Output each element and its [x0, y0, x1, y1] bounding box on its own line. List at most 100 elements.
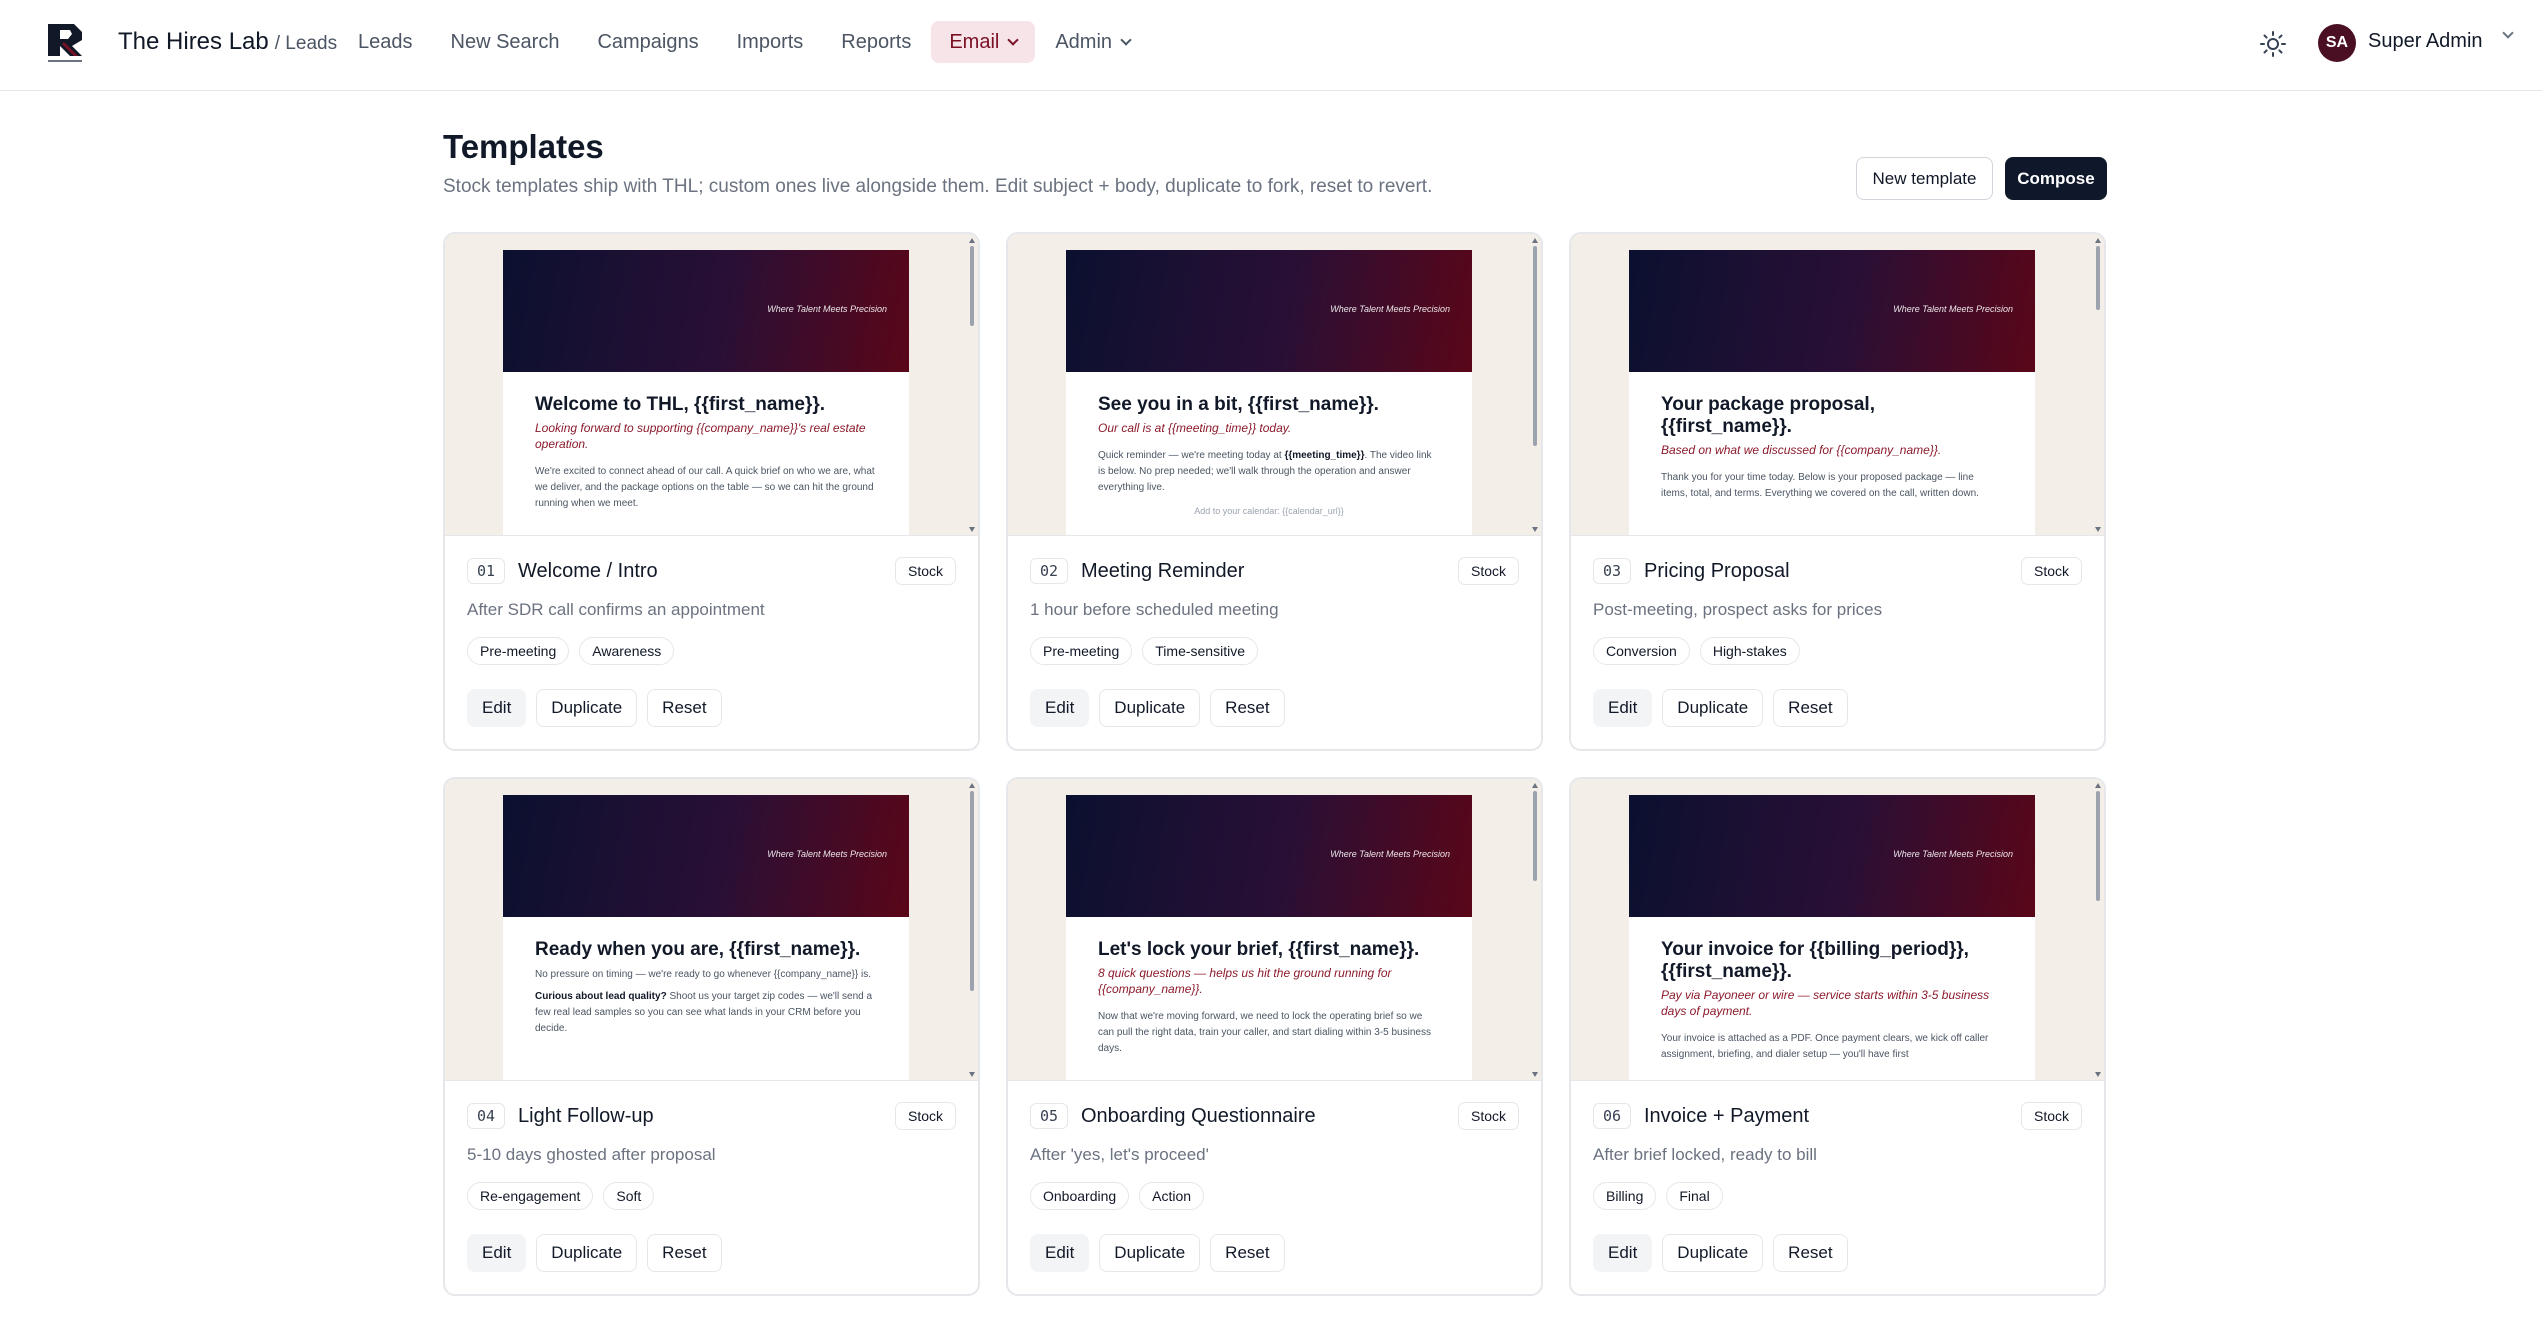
- card-actions: Edit Duplicate Reset: [467, 1234, 732, 1272]
- email-preview-frame: Where Talent Meets Precision Ready when …: [503, 795, 909, 1080]
- reset-button[interactable]: Reset: [1773, 689, 1848, 727]
- sun-icon[interactable]: [2258, 29, 2288, 59]
- email-preview[interactable]: Where Talent Meets Precision See you in …: [1008, 234, 1541, 536]
- preview-scrollbar[interactable]: [1531, 238, 1539, 532]
- reset-button[interactable]: Reset: [647, 689, 722, 727]
- stock-badge: Stock: [894, 1102, 956, 1130]
- email-preview[interactable]: Where Talent Meets Precision Ready when …: [445, 779, 978, 1081]
- email-headline: Welcome to THL, {{first_name}}.: [535, 394, 826, 415]
- tag: Pre-meeting: [467, 637, 570, 665]
- tag: Action: [1139, 1182, 1205, 1210]
- edit-button[interactable]: Edit: [467, 689, 527, 727]
- edit-button[interactable]: Edit: [1030, 689, 1090, 727]
- duplicate-button[interactable]: Duplicate: [1662, 1234, 1764, 1272]
- tag-list: Onboarding Action: [1030, 1182, 1214, 1210]
- brand-title[interactable]: The Hires Lab / Leads: [118, 28, 337, 56]
- preview-scrollbar[interactable]: [2094, 783, 2102, 1077]
- reset-button[interactable]: Reset: [647, 1234, 722, 1272]
- scroll-up-icon[interactable]: [1532, 238, 1538, 243]
- tag: Billing: [1593, 1182, 1657, 1210]
- card-actions: Edit Duplicate Reset: [1030, 1234, 1295, 1272]
- reset-button[interactable]: Reset: [1210, 689, 1285, 727]
- scroll-thumb[interactable]: [2096, 791, 2100, 901]
- template-description: 5-10 days ghosted after proposal: [467, 1145, 716, 1164]
- edit-button[interactable]: Edit: [467, 1234, 527, 1272]
- scroll-down-icon[interactable]: [969, 527, 975, 532]
- template-number: 01: [467, 558, 506, 584]
- preview-scrollbar[interactable]: [968, 783, 976, 1077]
- new-template-button[interactable]: New template: [1856, 157, 1993, 200]
- template-card-light-follow-up: Where Talent Meets Precision Ready when …: [443, 777, 980, 1296]
- email-preview-frame: Where Talent Meets Precision See you in …: [1066, 250, 1472, 535]
- edit-button[interactable]: Edit: [1593, 689, 1653, 727]
- card-actions: Edit Duplicate Reset: [467, 689, 732, 727]
- email-preview[interactable]: Where Talent Meets Precision Welcome to …: [445, 234, 978, 536]
- reset-button[interactable]: Reset: [1210, 1234, 1285, 1272]
- scroll-up-icon[interactable]: [969, 238, 975, 243]
- tag: Soft: [603, 1182, 655, 1210]
- page-title: Templates: [443, 128, 604, 165]
- breadcrumb[interactable]: / Leads: [275, 33, 337, 54]
- scroll-thumb[interactable]: [970, 791, 974, 991]
- nav-leads[interactable]: Leads: [340, 21, 431, 63]
- reset-button[interactable]: Reset: [1773, 1234, 1848, 1272]
- thl-logo[interactable]: [44, 20, 86, 66]
- scroll-up-icon[interactable]: [2095, 783, 2101, 788]
- stock-badge: Stock: [1457, 557, 1519, 585]
- nav-imports[interactable]: Imports: [719, 21, 822, 63]
- scroll-up-icon[interactable]: [2095, 238, 2101, 243]
- email-tagline: Where Talent Meets Precision: [767, 304, 887, 314]
- chevron-down-icon[interactable]: [2502, 27, 2514, 39]
- email-body-text: We're excited to connect ahead of our ca…: [535, 466, 875, 509]
- compose-button[interactable]: Compose: [2005, 157, 2107, 200]
- preview-scrollbar[interactable]: [2094, 238, 2102, 532]
- duplicate-button[interactable]: Duplicate: [536, 689, 638, 727]
- scroll-down-icon[interactable]: [969, 1072, 975, 1077]
- scroll-up-icon[interactable]: [969, 783, 975, 788]
- email-preview[interactable]: Where Talent Meets Precision Your packag…: [1571, 234, 2104, 536]
- stock-badge: Stock: [2020, 1102, 2082, 1130]
- tag: Final: [1666, 1182, 1723, 1210]
- chevron-down-icon: [1120, 33, 1132, 46]
- scroll-thumb[interactable]: [970, 246, 974, 326]
- duplicate-button[interactable]: Duplicate: [1099, 689, 1201, 727]
- email-headline: Ready when you are, {{first_name}}.: [535, 939, 861, 960]
- template-title: Pricing Proposal: [1644, 560, 1790, 582]
- nav-reports[interactable]: Reports: [823, 21, 929, 63]
- tag-list: Conversion High-stakes: [1593, 637, 1810, 665]
- email-preview-frame: Where Talent Meets Precision Your invoic…: [1629, 795, 2035, 1080]
- email-body-text: Quick reminder — we're meeting today at …: [1098, 450, 1432, 493]
- edit-button[interactable]: Edit: [1030, 1234, 1090, 1272]
- email-banner: Where Talent Meets Precision: [1629, 795, 2035, 917]
- email-preview[interactable]: Where Talent Meets Precision Your invoic…: [1571, 779, 2104, 1081]
- email-tagline: Where Talent Meets Precision: [1330, 849, 1450, 859]
- preview-scrollbar[interactable]: [968, 238, 976, 532]
- edit-button[interactable]: Edit: [1593, 1234, 1653, 1272]
- scroll-up-icon[interactable]: [1532, 783, 1538, 788]
- scroll-thumb[interactable]: [1533, 791, 1537, 881]
- scroll-down-icon[interactable]: [1532, 1072, 1538, 1077]
- scroll-down-icon[interactable]: [1532, 527, 1538, 532]
- tag: Re-engagement: [467, 1182, 594, 1210]
- template-description: After SDR call confirms an appointment: [467, 600, 765, 619]
- email-tagline: Where Talent Meets Precision: [767, 849, 887, 859]
- duplicate-button[interactable]: Duplicate: [1099, 1234, 1201, 1272]
- scroll-down-icon[interactable]: [2095, 527, 2101, 532]
- nav-email[interactable]: Email: [931, 21, 1036, 63]
- nav-admin[interactable]: Admin: [1037, 21, 1148, 63]
- email-subheadline: Pay via Payoneer or wire — service start…: [1661, 988, 1990, 1018]
- scroll-down-icon[interactable]: [2095, 1072, 2101, 1077]
- duplicate-button[interactable]: Duplicate: [536, 1234, 638, 1272]
- scroll-thumb[interactable]: [1533, 246, 1537, 446]
- nav-new-search[interactable]: New Search: [433, 21, 578, 63]
- duplicate-button[interactable]: Duplicate: [1662, 689, 1764, 727]
- scroll-thumb[interactable]: [2096, 246, 2100, 310]
- nav-campaigns[interactable]: Campaigns: [579, 21, 716, 63]
- preview-scrollbar[interactable]: [1531, 783, 1539, 1077]
- template-number: 03: [1593, 558, 1632, 584]
- email-preview[interactable]: Where Talent Meets Precision Let's lock …: [1008, 779, 1541, 1081]
- email-preview-frame: Where Talent Meets Precision Let's lock …: [1066, 795, 1472, 1080]
- avatar[interactable]: SA: [2318, 24, 2356, 62]
- user-name[interactable]: Super Admin: [2368, 30, 2483, 53]
- tag-list: Re-engagement Soft: [467, 1182, 664, 1210]
